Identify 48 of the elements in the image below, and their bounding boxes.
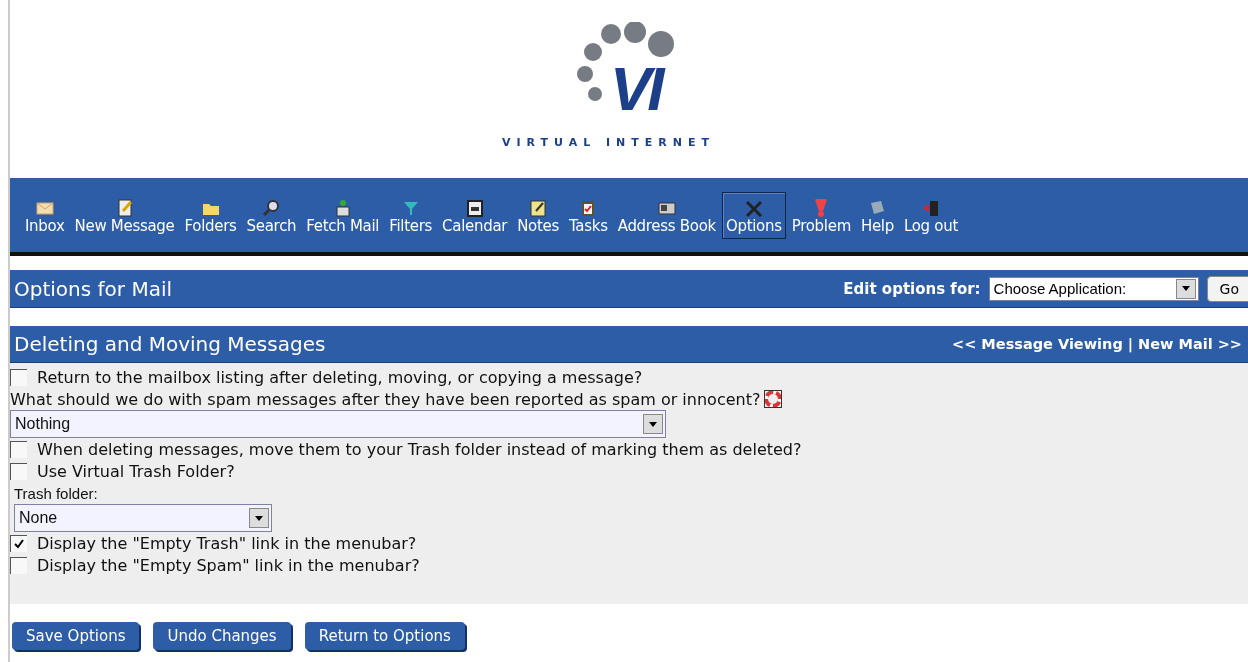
checkbox[interactable]	[10, 440, 27, 458]
question-text: What should we do with spam messages after they have been reported as spam or innocent?	[10, 389, 761, 409]
checkbox[interactable]	[10, 534, 27, 552]
toolbar-button[interactable]: Filters	[385, 191, 437, 239]
toolbar-button[interactable]: New Message	[70, 191, 179, 239]
checkbox-label: Use Virtual Trash Folder?	[37, 461, 235, 481]
toolbar-button[interactable]: Tasks	[565, 191, 612, 239]
notepad-icon	[528, 198, 549, 217]
dropdown[interactable]: None	[14, 504, 272, 532]
checkbox[interactable]	[10, 368, 27, 386]
checkbox[interactable]	[10, 462, 27, 480]
section-title: Deleting and Moving Messages	[14, 332, 326, 356]
toolbar-button[interactable]: Inbox	[21, 191, 69, 239]
logo-mark: VI	[610, 58, 664, 120]
toolbar-button[interactable]: Folders	[180, 191, 241, 239]
next-section-link[interactable]: New Mail >>	[1138, 336, 1242, 352]
checkbox-label: Display the "Empty Trash" link in the menubar?	[37, 533, 417, 553]
toolbar-button[interactable]: Calendar	[438, 191, 512, 239]
toolbar-button[interactable]: Options	[721, 191, 786, 239]
action-button[interactable]: Return to Options	[304, 622, 465, 650]
prev-section-link[interactable]: << Message Viewing	[952, 336, 1123, 352]
calendar-icon	[464, 198, 485, 217]
logo-name: VIRTUAL INTERNET	[502, 136, 716, 149]
checkbox-label: Display the "Empty Spam" link in the menubar?	[37, 555, 420, 575]
dropdown-arrow-icon[interactable]	[1181, 286, 1190, 291]
field-label: Trash folder:	[14, 484, 98, 502]
toolbar-button[interactable]: Problem	[787, 191, 855, 239]
application-select[interactable]: Choose Application:	[988, 276, 1199, 301]
page-title: Options for Mail	[14, 276, 172, 301]
toolbar-button[interactable]: Help	[856, 191, 898, 239]
toolbar-button[interactable]: Address Book	[613, 191, 720, 239]
checkbox-label: Return to the mailbox listing after deleting, moving, or copying a message?	[37, 367, 643, 387]
toolbar-button[interactable]: Search	[242, 191, 301, 239]
lifebuoy-icon[interactable]	[764, 390, 783, 408]
magnifier-icon	[261, 198, 282, 217]
dropdown-arrow-icon[interactable]	[649, 421, 657, 427]
action-button[interactable]: Save Options	[12, 622, 140, 650]
toolbar-button[interactable]: Log out	[899, 191, 962, 239]
action-button[interactable]: Undo Changes	[153, 622, 291, 650]
dropdown[interactable]: Nothing	[10, 410, 666, 438]
edit-options-label: Edit options for:	[843, 279, 981, 298]
checkbox-label: When deleting messages, move them to your Trash folder instead of marking them as deleted?	[37, 439, 802, 459]
nav-separator: |	[1127, 336, 1134, 352]
dropdown-arrow-icon[interactable]	[255, 515, 263, 521]
checkbox[interactable]	[10, 556, 27, 574]
toolbar-button[interactable]: Fetch Mail	[302, 191, 384, 239]
toolbar-button[interactable]: Notes	[513, 191, 563, 239]
go-button[interactable]: Go	[1206, 275, 1248, 302]
